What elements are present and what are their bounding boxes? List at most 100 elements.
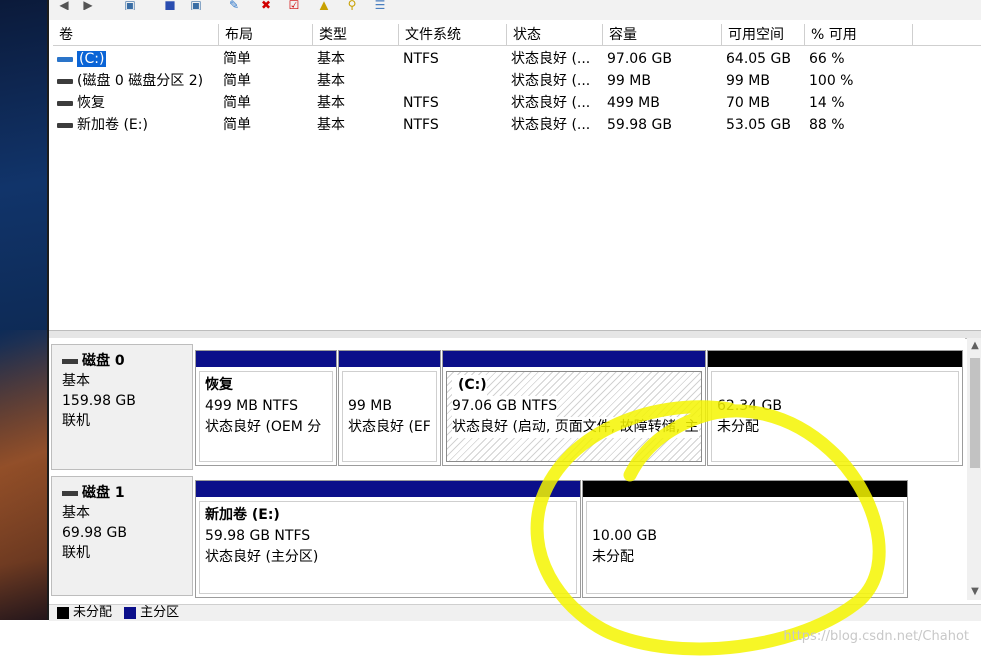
volume-list: 卷 布局 类型 文件系统 状态 容量 可用空间 % 可用 (C:) 简单 基本 … <box>53 24 981 329</box>
table-row[interactable]: (磁盘 0 磁盘分区 2) 简单 基本 状态良好 (... 99 MB 99 M… <box>53 70 981 92</box>
back-arrow-icon[interactable]: ◀ <box>55 0 73 10</box>
layout-cell: 简单 <box>223 73 251 89</box>
column-header-status[interactable]: 状态 <box>507 24 603 46</box>
disk-0-label[interactable]: 磁盘 0 基本 159.98 GB 联机 <box>51 344 193 470</box>
scroll-down-icon[interactable]: ▼ <box>967 584 981 600</box>
column-header-layout[interactable]: 布局 <box>219 24 313 46</box>
capacity-cell: 59.98 GB <box>607 117 672 133</box>
status-cell: 状态良好 (... <box>511 95 591 111</box>
partition-status: 状态良好 (主分区) <box>205 549 319 565</box>
partition-efi[interactable]: 99 MB 状态良好 (EF <box>338 350 441 466</box>
up-folder-icon[interactable]: ▲ <box>315 0 333 10</box>
layout-cell: 简单 <box>223 51 251 67</box>
volume-icon <box>57 100 73 106</box>
column-header-blank <box>913 24 981 46</box>
volume-icon <box>57 122 73 128</box>
primary-partition-swatch <box>124 606 137 619</box>
type-cell: 基本 <box>317 73 345 89</box>
column-header-free-space[interactable]: 可用空间 <box>722 24 805 46</box>
search-icon[interactable]: ⚲ <box>343 0 361 10</box>
volume-name: 新加卷 (E:) <box>77 117 148 133</box>
unallocated-space-disk-1[interactable]: 10.00 GB 未分配 <box>582 480 908 598</box>
delete-icon[interactable]: ✖ <box>257 0 275 10</box>
unallocated-swatch <box>57 606 69 619</box>
unallocated-space-disk-0[interactable]: 62.34 GB 未分配 <box>707 350 963 466</box>
volume-icon <box>57 56 73 62</box>
partition-recovery[interactable]: 恢复 499 MB NTFS 状态良好 (OEM 分 <box>195 350 337 466</box>
partition-status: 未分配 <box>717 419 759 435</box>
disk-icon <box>62 358 78 364</box>
partition-title <box>348 375 431 396</box>
column-header-type[interactable]: 类型 <box>313 24 399 46</box>
partition-bar <box>196 351 336 367</box>
partition-size: 99 MB <box>348 398 392 414</box>
table-row[interactable]: 恢复 简单 基本 NTFS 状态良好 (... 499 MB 70 MB 14 … <box>53 92 981 114</box>
partition-bar <box>443 351 705 367</box>
connect-icon[interactable]: ✎ <box>225 0 243 10</box>
filesystem-cell <box>399 70 507 92</box>
column-header-filesystem[interactable]: 文件系统 <box>399 24 507 46</box>
legend: 未分配 主分区 <box>49 604 981 621</box>
partition-title: 新加卷 (E:) <box>205 507 280 523</box>
partition-title: (C:) <box>452 375 487 396</box>
type-cell: 基本 <box>317 51 345 67</box>
watermark: https://blog.csdn.net/Chahot <box>783 629 969 644</box>
disk-1-label[interactable]: 磁盘 1 基本 69.98 GB 联机 <box>51 476 193 596</box>
partition-c-drive[interactable]: (C:) 97.06 GB NTFS 状态良好 (启动, 页面文件, 故障转储,… <box>442 350 706 466</box>
capacity-cell: 499 MB <box>607 95 660 111</box>
partition-status: 状态良好 (启动, 页面文件, 故障转储, 主 <box>452 417 699 438</box>
help-icon[interactable]: ■ <box>161 0 179 10</box>
table-row[interactable]: (C:) 简单 基本 NTFS 状态良好 (... 97.06 GB 64.05… <box>53 48 981 70</box>
partition-bar <box>708 351 962 367</box>
percent-free-cell: 100 % <box>809 73 854 89</box>
action-pane-icon[interactable]: ▣ <box>187 0 205 10</box>
free-space-cell: 53.05 GB <box>726 117 791 133</box>
percent-free-cell: 88 % <box>809 117 845 133</box>
partition-size: 59.98 GB NTFS <box>205 528 311 544</box>
properties-icon[interactable]: ☑ <box>285 0 303 10</box>
list-view-icon[interactable]: ☰ <box>371 0 389 10</box>
partition-size: 62.34 GB <box>717 398 782 414</box>
scroll-thumb[interactable] <box>970 358 980 468</box>
status-cell: 状态良好 (... <box>511 51 591 67</box>
capacity-cell: 97.06 GB <box>607 51 672 67</box>
partition-size: 10.00 GB <box>592 528 657 544</box>
scroll-up-icon[interactable]: ▲ <box>967 338 981 354</box>
disk-kind: 基本 <box>62 373 90 389</box>
console-tree-icon[interactable]: ▣ <box>121 0 139 10</box>
status-cell: 状态良好 (... <box>511 117 591 133</box>
disk-management-window: ◀ ▶ ▣ ■ ▣ ✎ ✖ ☑ ▲ ⚲ ☰ 卷 布局 类型 文件系统 状态 容量… <box>47 0 981 621</box>
volume-name: (磁盘 0 磁盘分区 2) <box>77 73 204 89</box>
partition-size: 499 MB NTFS <box>205 398 299 414</box>
partition-bar <box>583 481 907 497</box>
status-cell: 状态良好 (... <box>511 73 591 89</box>
capacity-cell: 99 MB <box>607 73 651 89</box>
column-header-capacity[interactable]: 容量 <box>603 24 722 46</box>
free-space-cell: 99 MB <box>726 73 770 89</box>
partition-status: 状态良好 (EF <box>348 419 431 435</box>
disk-kind: 基本 <box>62 505 90 521</box>
percent-free-cell: 66 % <box>809 51 845 67</box>
disk-size: 69.98 GB <box>62 525 127 541</box>
column-header-volume[interactable]: 卷 <box>53 24 219 46</box>
legend-primary: 主分区 <box>140 605 180 620</box>
vertical-scrollbar[interactable]: ▲ ▼ <box>967 338 981 600</box>
free-space-cell: 70 MB <box>726 95 770 111</box>
table-row[interactable]: 新加卷 (E:) 简单 基本 NTFS 状态良好 (... 59.98 GB 5… <box>53 114 981 136</box>
forward-arrow-icon[interactable]: ▶ <box>79 0 97 10</box>
disk-state: 联机 <box>62 545 90 561</box>
desktop-background <box>0 0 47 620</box>
layout-cell: 简单 <box>223 117 251 133</box>
disk-name: 磁盘 0 <box>82 353 125 369</box>
percent-free-cell: 14 % <box>809 95 845 111</box>
filesystem-cell: NTFS <box>403 117 439 133</box>
volume-icon <box>57 78 73 84</box>
layout-cell: 简单 <box>223 95 251 111</box>
partition-bar <box>339 351 440 367</box>
toolbar: ◀ ▶ ▣ ■ ▣ ✎ ✖ ☑ ▲ ⚲ ☰ <box>49 0 981 20</box>
partition-e-drive[interactable]: 新加卷 (E:) 59.98 GB NTFS 状态良好 (主分区) <box>195 480 581 598</box>
disk-size: 159.98 GB <box>62 393 136 409</box>
legend-unallocated: 未分配 <box>73 605 113 620</box>
partition-status: 未分配 <box>592 549 634 565</box>
column-header-percent-free[interactable]: % 可用 <box>805 24 913 46</box>
